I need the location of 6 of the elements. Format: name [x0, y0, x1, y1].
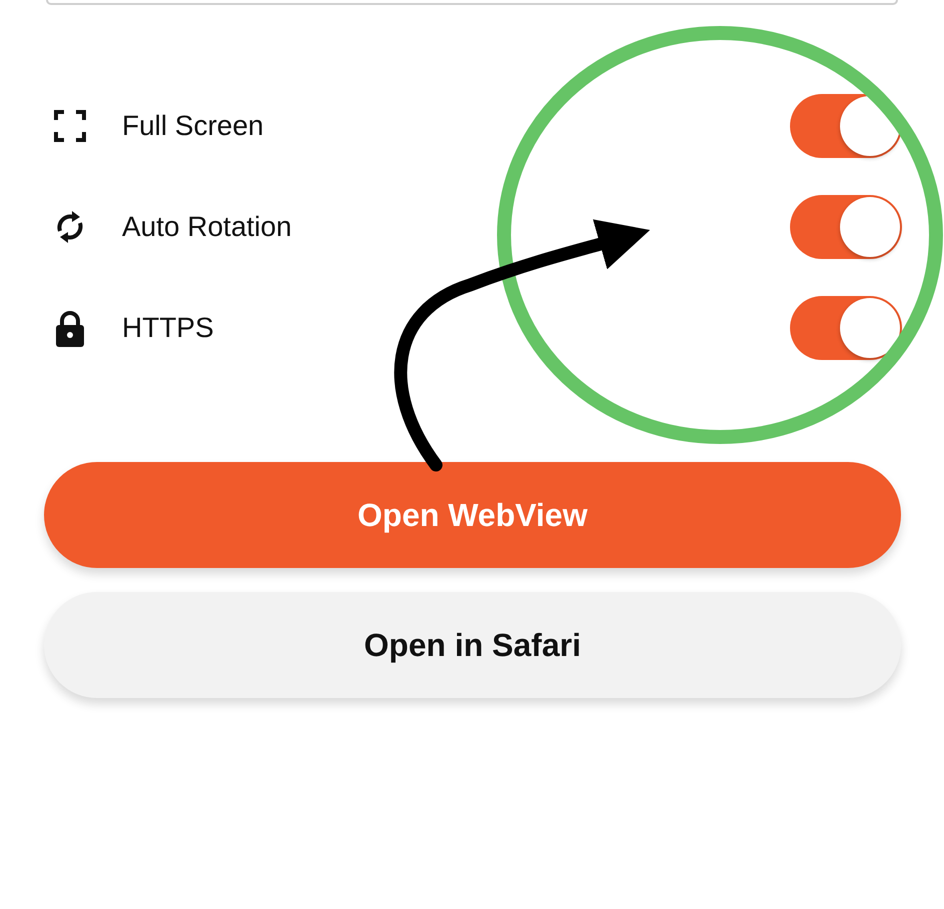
toggle-switch[interactable]: [790, 194, 902, 258]
setting-label: Full Screen: [122, 108, 265, 142]
input-field[interactable]: [46, 0, 898, 5]
open-browser-button[interactable]: Open in Safari: [44, 592, 901, 698]
setting-label: Auto Rotation: [122, 210, 293, 244]
setting-label: HTTPS: [122, 310, 215, 344]
